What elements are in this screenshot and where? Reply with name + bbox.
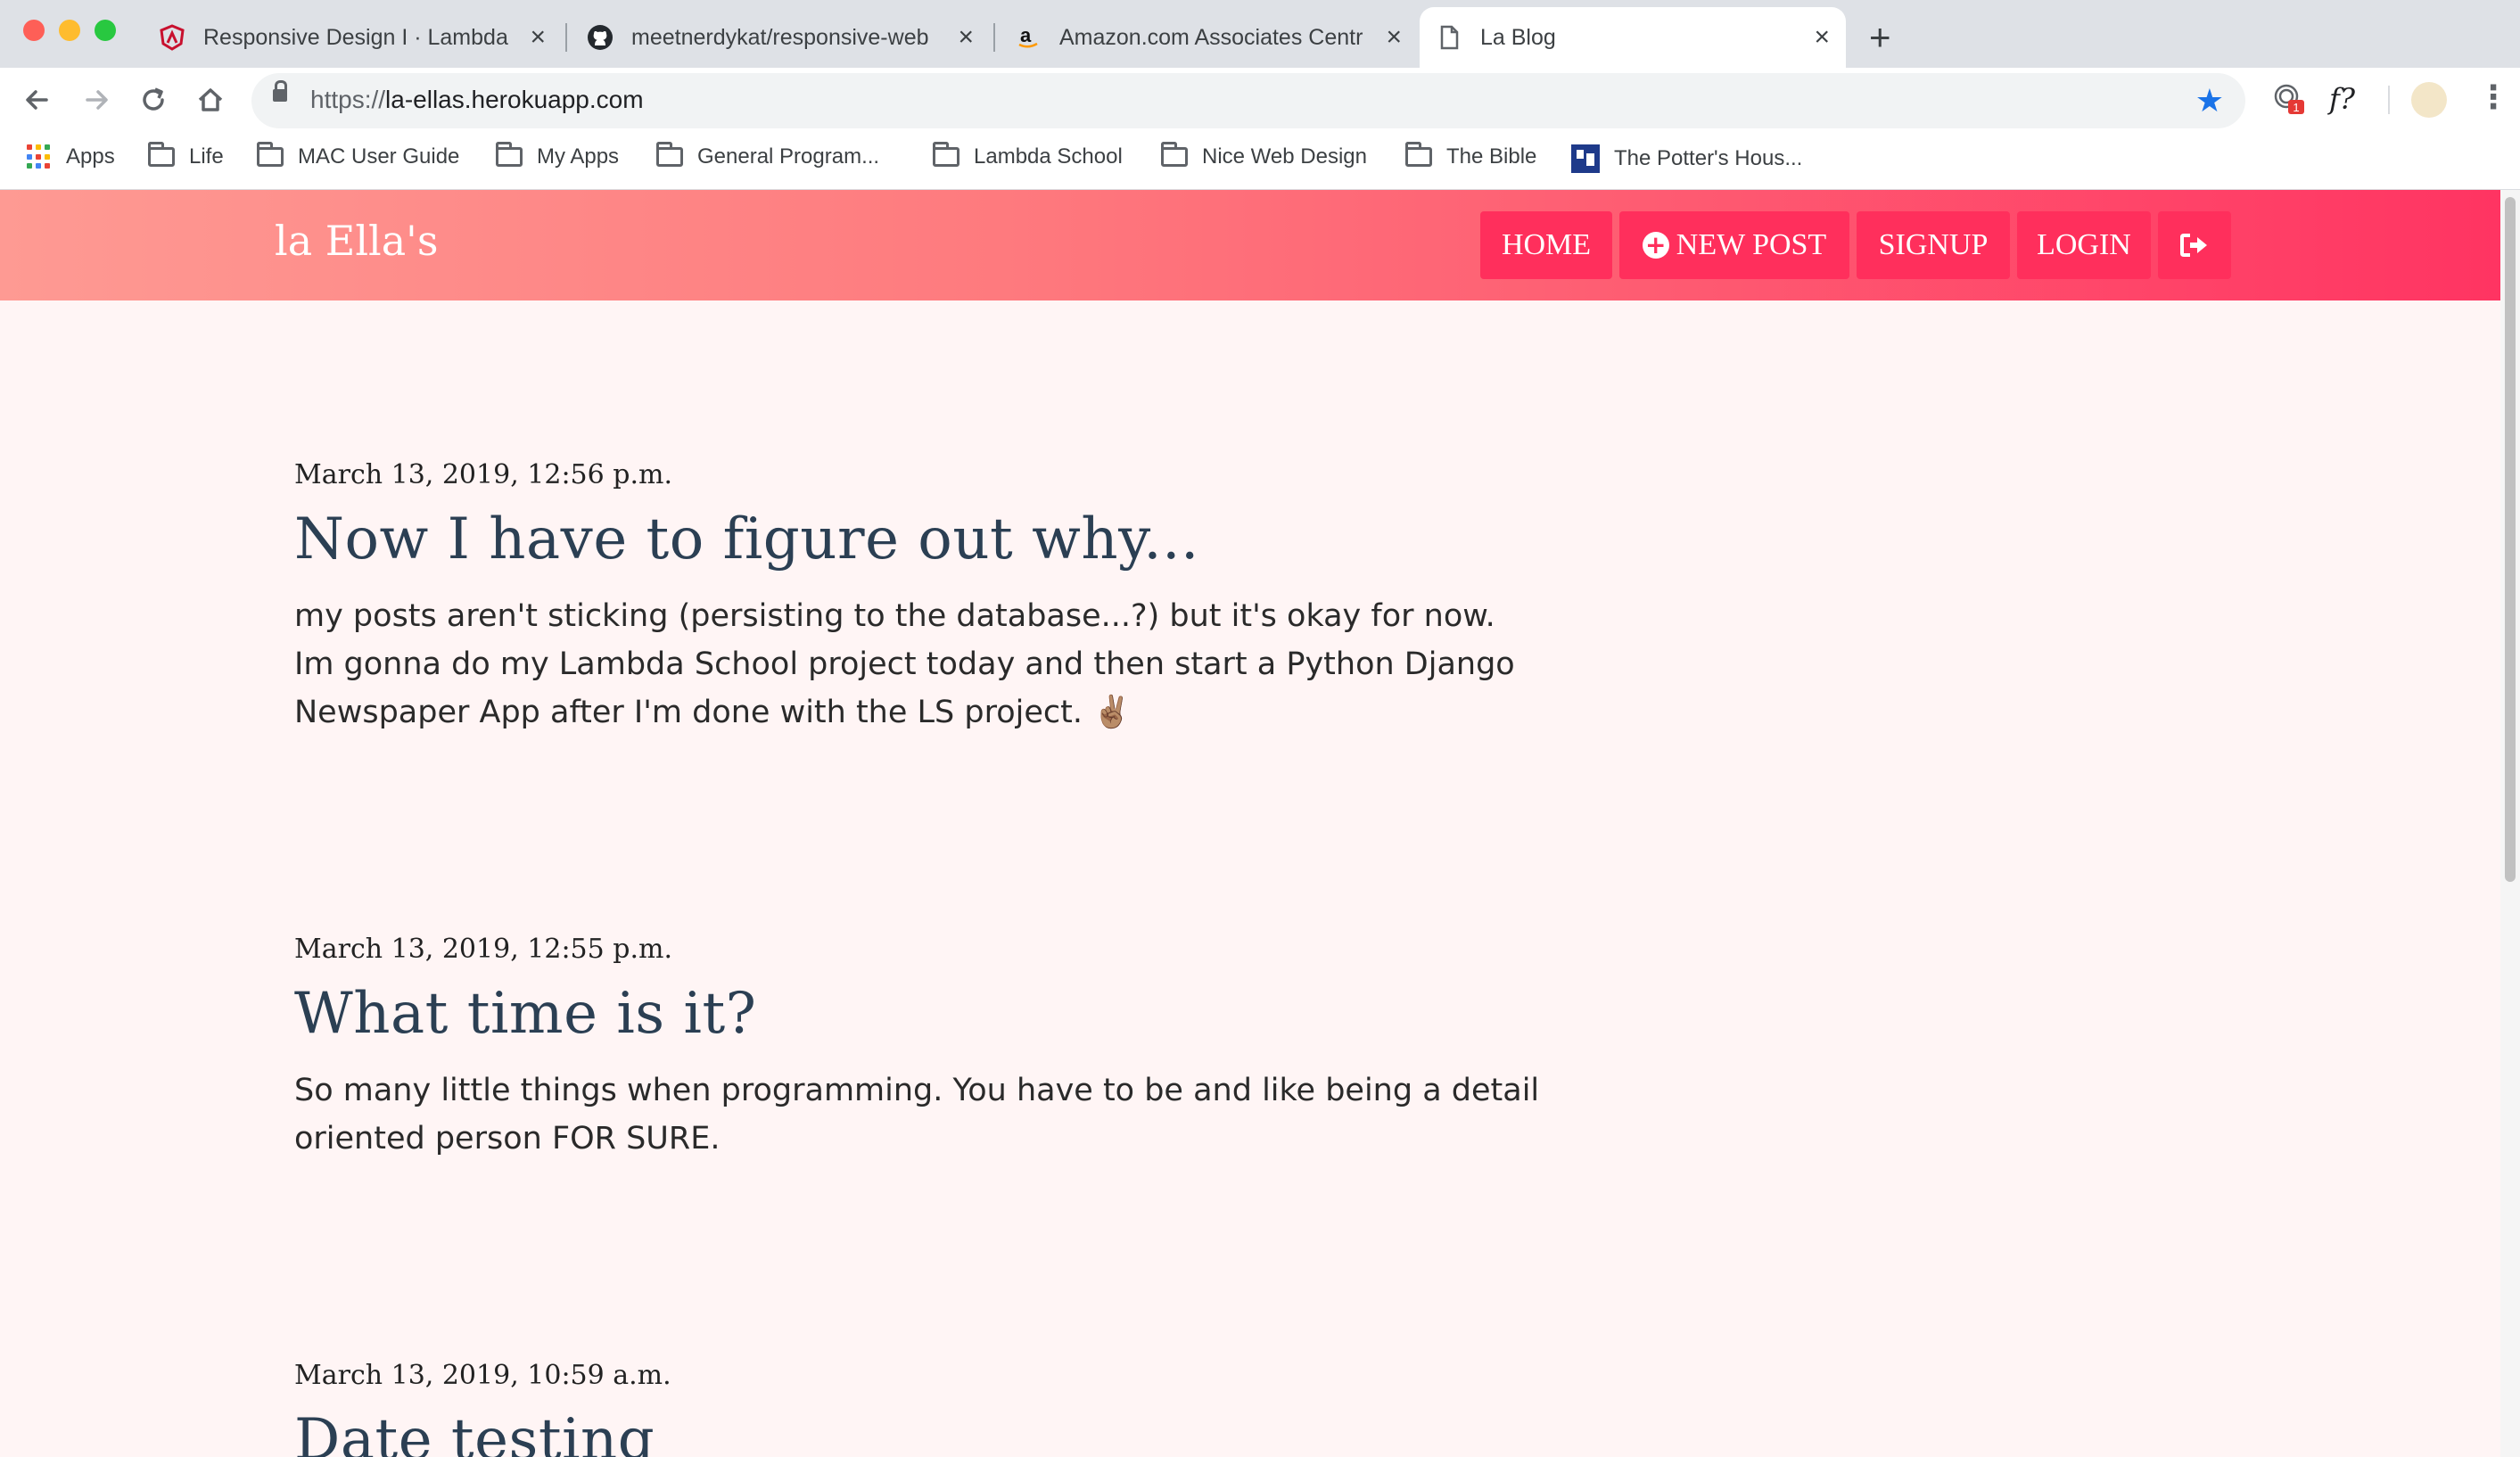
profile-avatar[interactable]	[2411, 82, 2447, 118]
blog-post: March 13, 2019, 12:55 p.m. What time is …	[294, 934, 1543, 1163]
plus-circle-icon: +	[1642, 232, 1669, 259]
tab-title: La Blog	[1480, 24, 1556, 50]
minimize-window-button[interactable]	[59, 20, 80, 41]
page-scrollbar[interactable]	[2500, 190, 2520, 1457]
lock-icon[interactable]	[273, 80, 287, 102]
nav-new-post-button[interactable]: + NEW POST	[1619, 211, 1849, 279]
extension-icon[interactable]: 1	[2272, 82, 2304, 121]
nav-signup-button[interactable]: SIGNUP	[1857, 211, 2010, 279]
document-icon	[1440, 25, 1459, 50]
address-bar[interactable]: https://la-ellas.herokuapp.com ★	[251, 73, 2245, 128]
nav-signup-label: SIGNUP	[1878, 228, 1989, 261]
bookmark-label: The Bible	[1446, 144, 1537, 169]
new-tab-button[interactable]: +	[1869, 16, 1891, 59]
folder-icon	[1161, 142, 1188, 167]
url-host: la-ellas.herokuapp.com	[385, 86, 644, 113]
close-tab-icon[interactable]: ×	[1814, 22, 1830, 53]
url-text[interactable]: https://la-ellas.herokuapp.com	[310, 86, 644, 114]
tab-la-blog[interactable]: La Blog ×	[1420, 7, 1846, 68]
lambda-icon	[160, 24, 185, 51]
close-tab-icon[interactable]: ×	[958, 22, 974, 53]
tab-separator	[993, 23, 995, 52]
bookmark-label: Nice Web Design	[1202, 144, 1367, 169]
bookmark-nice-web-design[interactable]: Nice Web Design	[1161, 142, 1367, 169]
tab-github[interactable]: meetnerdykat/responsive-web ×	[571, 7, 990, 68]
bookmark-label: MAC User Guide	[298, 144, 460, 169]
tab-title: Responsive Design I · Lambda	[203, 24, 508, 50]
bookmark-life[interactable]: Life	[148, 142, 224, 169]
bookmark-general-program[interactable]: General Program...	[656, 142, 880, 169]
browser-toolbar: https://la-ellas.herokuapp.com ★ 1 f? ⋮	[0, 68, 2520, 134]
folder-icon	[933, 142, 959, 167]
toolbar-divider	[2388, 86, 2390, 114]
post-title[interactable]: Date testing	[294, 1407, 1543, 1457]
nav-logout-button[interactable]	[2158, 211, 2231, 279]
bookmark-label: My Apps	[537, 144, 620, 169]
bookmark-potters-house[interactable]: The Potter's Hous...	[1571, 144, 1802, 173]
folder-icon	[148, 142, 175, 167]
post-date: March 13, 2019, 12:55 p.m.	[294, 934, 672, 965]
maximize-window-button[interactable]	[95, 20, 116, 41]
back-arrow-icon[interactable]	[20, 82, 55, 118]
forward-arrow-icon[interactable]	[78, 82, 114, 118]
bookmark-label: Apps	[66, 144, 115, 169]
tab-amazon-associates[interactable]: a Amazon.com Associates Centr ×	[999, 7, 1418, 68]
page-viewport: la Ella's HOME + NEW POST SIGNUP LOGIN M…	[0, 190, 2500, 1457]
scrollbar-thumb[interactable]	[2505, 197, 2516, 882]
nav-home-label: HOME	[1501, 228, 1592, 261]
post-title[interactable]: Now I have to figure out why...	[294, 506, 1543, 572]
formula-extension-icon[interactable]: f?	[2329, 82, 2355, 116]
bookmark-star-icon[interactable]: ★	[2195, 82, 2224, 119]
bookmark-lambda-school[interactable]: Lambda School	[933, 142, 1123, 169]
site-header: la Ella's HOME + NEW POST SIGNUP LOGIN	[0, 190, 2500, 300]
bookmark-label: Lambda School	[974, 144, 1123, 169]
post-body: So many little things when programming. …	[294, 1073, 1540, 1157]
tab-responsive-design[interactable]: Responsive Design I · Lambda ×	[143, 7, 562, 68]
post-date: March 13, 2019, 10:59 a.m.	[294, 1360, 671, 1391]
post-title[interactable]: What time is it?	[294, 981, 1543, 1047]
bookmark-my-apps[interactable]: My Apps	[496, 142, 620, 169]
bookmark-the-bible[interactable]: The Bible	[1405, 142, 1537, 169]
more-menu-icon[interactable]: ⋮	[2477, 78, 2509, 116]
tab-separator	[565, 23, 567, 52]
nav-new-post-label: NEW POST	[1676, 228, 1827, 261]
post-date: March 13, 2019, 12:56 p.m.	[294, 459, 672, 490]
blog-post: March 13, 2019, 10:59 a.m. Date testing	[294, 1360, 1543, 1457]
folder-icon	[1405, 142, 1432, 167]
extension-badge: 1	[2293, 101, 2299, 114]
svg-text:a: a	[1020, 24, 1032, 46]
tab-strip: Responsive Design I · Lambda × meetnerdy…	[0, 0, 2520, 68]
bookmark-mac-user-guide[interactable]: MAC User Guide	[257, 142, 460, 169]
nav-login-label: LOGIN	[2037, 228, 2131, 261]
blog-post: March 13, 2019, 12:56 p.m. Now I have to…	[294, 459, 1543, 737]
fingerprint-icon: 1	[2274, 84, 2304, 114]
folder-icon	[496, 142, 523, 167]
bookmark-label: Life	[189, 144, 224, 169]
nav-login-button[interactable]: LOGIN	[2017, 211, 2151, 279]
nav-home-button[interactable]: HOME	[1480, 211, 1612, 279]
close-window-button[interactable]	[23, 20, 45, 41]
url-scheme: https://	[310, 86, 386, 113]
bookmarks-bar: Apps Life MAC User Guide My Apps General…	[0, 134, 2520, 190]
tab-title: Amazon.com Associates Centr	[1059, 24, 1363, 50]
bookmark-apps[interactable]: Apps	[27, 144, 115, 169]
bookmark-label: The Potter's Hous...	[1614, 146, 1803, 170]
folder-icon	[656, 142, 683, 167]
bookmark-label: General Program...	[697, 144, 880, 169]
folder-icon	[257, 142, 284, 167]
site-brand[interactable]: la Ella's	[275, 217, 438, 265]
post-body: my posts aren't sticking (persisting to …	[294, 598, 1515, 730]
close-tab-icon[interactable]: ×	[530, 22, 546, 53]
github-icon	[588, 25, 613, 50]
apps-grid-icon	[27, 144, 52, 169]
home-icon[interactable]	[193, 82, 228, 118]
reload-icon[interactable]	[136, 82, 171, 118]
potters-house-icon	[1571, 144, 1600, 173]
close-tab-icon[interactable]: ×	[1386, 22, 1402, 53]
tab-title: meetnerdykat/responsive-web	[631, 24, 929, 50]
amazon-icon: a	[1018, 24, 1038, 48]
sign-out-icon	[2180, 234, 2207, 257]
